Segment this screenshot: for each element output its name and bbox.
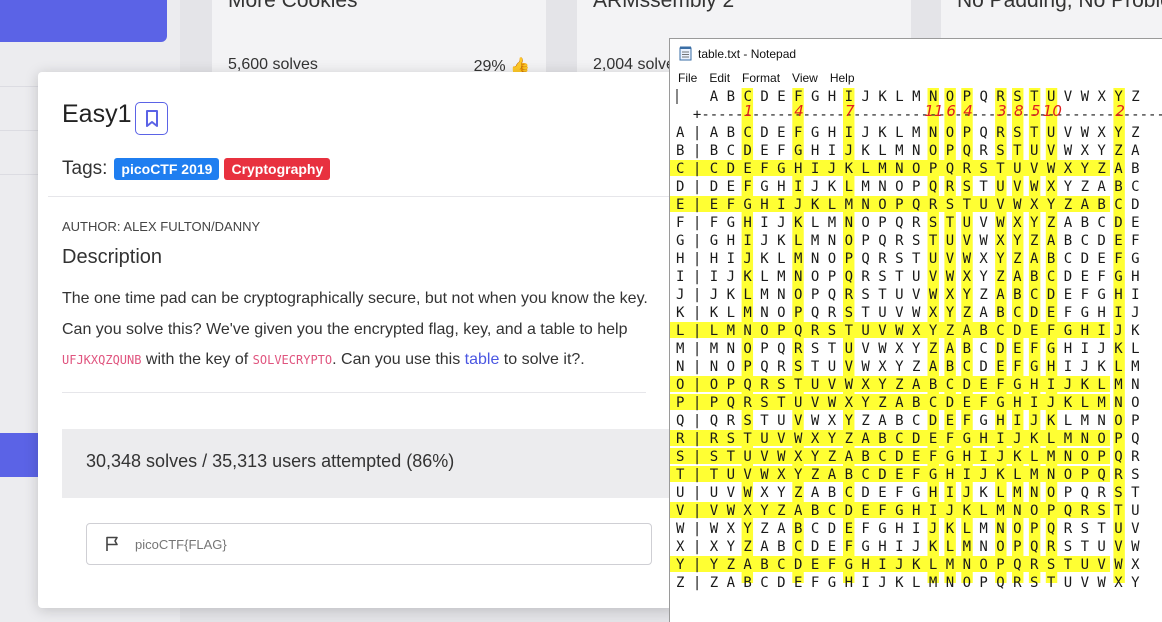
annotation-number: 6: [946, 102, 956, 120]
bookmark-icon: [145, 109, 158, 127]
tags-row: Tags: picoCTF 2019 Cryptography: [62, 158, 331, 180]
description-heading: Description: [62, 246, 163, 268]
flag-field[interactable]: [86, 523, 652, 565]
notepad-window: table.txt - Notepad File Edit Format Vie…: [669, 38, 1162, 622]
tags-label: Tags:: [62, 158, 108, 179]
notepad-titlebar[interactable]: table.txt - Notepad: [670, 39, 1162, 68]
table-row: Y | Y Z A B C D E F G H I J K L M N O P …: [676, 557, 1140, 573]
table-row: T | T U V W X Y Z A B C D E F G H I J K …: [676, 467, 1140, 483]
table-row: M | M N O P Q R S T U V W X Y Z A B C D …: [676, 341, 1140, 357]
annotation-number: 4: [963, 102, 973, 120]
table-row: B | B C D E F G H I J K L M N O P Q R S …: [676, 143, 1140, 159]
divider: [62, 392, 646, 393]
table-row: R | R S T U V W X Y Z A B C D E F G H I …: [676, 431, 1140, 447]
table-row: W | W X Y Z A B C D E F G H I J K L M N …: [676, 521, 1140, 537]
notepad-menubar: File Edit Format View Help: [670, 68, 1162, 88]
tag-picoctf-2019[interactable]: picoCTF 2019: [114, 158, 220, 180]
annotation-number: 7: [845, 102, 855, 120]
table-row: C | C D E F G H I J K L M N O P Q R S T …: [676, 161, 1140, 177]
key-text: SOLVECRYPTO: [252, 353, 333, 367]
table-link[interactable]: table: [465, 351, 500, 368]
annotation-number: 4: [794, 102, 804, 120]
table-row: Z | Z A B C D E F G H I J K L M N O P Q …: [676, 575, 1140, 591]
table-row: E | E F G H I J K L M N O P Q R S T U V …: [676, 197, 1140, 213]
challenge-title: Easy1: [62, 100, 132, 128]
table-row: V | V W X Y Z A B C D E F G H I J K L M …: [676, 503, 1140, 519]
bookmark-button[interactable]: [135, 102, 168, 135]
table-row: N | N O P Q R S T U V W X Y Z A B C D E …: [676, 359, 1140, 375]
description-text: The one time pad can be cryptographicall…: [62, 290, 648, 368]
menu-help[interactable]: Help: [830, 71, 855, 85]
cipher-text: UFJKXQZQUNB: [62, 353, 142, 367]
table-row: I | I J K L M N O P Q R S T U V W X Y Z …: [676, 269, 1140, 285]
table-row: O | O P Q R S T U V W X Y Z A B C D E F …: [676, 377, 1140, 393]
table-row: G | G H I J K L M N O P Q R S T U V W X …: [676, 233, 1140, 249]
card-title: ARMssembly 2: [593, 0, 735, 12]
flag-input[interactable]: [135, 532, 635, 556]
annotation-number: 2: [1115, 102, 1125, 120]
solve-stats-text: 30,348 solves / 35,313 users attempted (…: [86, 451, 455, 471]
table-row: U | U V W X Y Z A B C D E F G H I J K L …: [676, 485, 1140, 501]
table-row: X | X Y Z A B C D E F G H I J K L M N O …: [676, 539, 1140, 555]
table-row: D | D E F G H I J K L M N O P Q R S T U …: [676, 179, 1140, 195]
table-row: L | L M N O P Q R S T U V W X Y Z A B C …: [676, 323, 1140, 339]
table-row: K | K L M N O P Q R S T U V W X Y Z A B …: [676, 305, 1140, 321]
tag-cryptography[interactable]: Cryptography: [224, 158, 331, 180]
table-row: Q | Q R S T U V W X Y Z A B C D E F G H …: [676, 413, 1140, 429]
table-row: A | A B C D E F G H I J K L M N O P Q R …: [676, 125, 1140, 141]
notepad-text-area[interactable]: A B C D E F G H I J K L M N O P Q R S T …: [670, 88, 1162, 622]
author-line: AUTHOR: ALEX FULTON/DANNY: [62, 219, 261, 234]
notepad-icon: [679, 46, 692, 61]
annotation-number: 8: [1014, 102, 1024, 120]
table-row: F | F G H I J K L M N O P Q R S T U V W …: [676, 215, 1140, 231]
divider: [48, 196, 678, 197]
annotation-number: 1: [744, 102, 754, 120]
menu-file[interactable]: File: [678, 71, 697, 85]
annotation-number: 10: [1043, 102, 1062, 120]
table-row: S | S T U V W X Y Z A B C D E F G H I J …: [676, 449, 1140, 465]
flag-icon: [106, 536, 118, 551]
menu-edit[interactable]: Edit: [709, 71, 730, 85]
vigenere-table: A B C D E F G H I J K L M N O P Q R S T …: [670, 88, 1162, 591]
annotation-number: 11: [925, 102, 944, 120]
menu-format[interactable]: Format: [742, 71, 780, 85]
card-title: More Cookies: [228, 0, 358, 12]
challenge-card[interactable]: More Cookies 5,600 solves 29% 👍: [212, 0, 546, 82]
sidebar-item-active[interactable]: [0, 0, 167, 42]
notepad-title: table.txt - Notepad: [698, 46, 797, 61]
annotation-number: 3: [997, 102, 1007, 120]
annotation-number: 5: [1031, 102, 1041, 120]
table-row: J | J K L M N O P Q R S T U V W X Y Z A …: [676, 287, 1140, 303]
card-title: No Padding, No Problem: [957, 0, 1162, 12]
menu-view[interactable]: View: [792, 71, 818, 85]
table-row: H | H I J K L M N O P Q R S T U V W X Y …: [676, 251, 1140, 267]
challenge-modal: Easy1 Tags: picoCTF 2019 Cryptography AU…: [38, 72, 678, 608]
table-row: P | P Q R S T U V W X Y Z A B C D E F G …: [676, 395, 1140, 411]
solve-stats: 30,348 solves / 35,313 users attempted (…: [62, 429, 678, 498]
